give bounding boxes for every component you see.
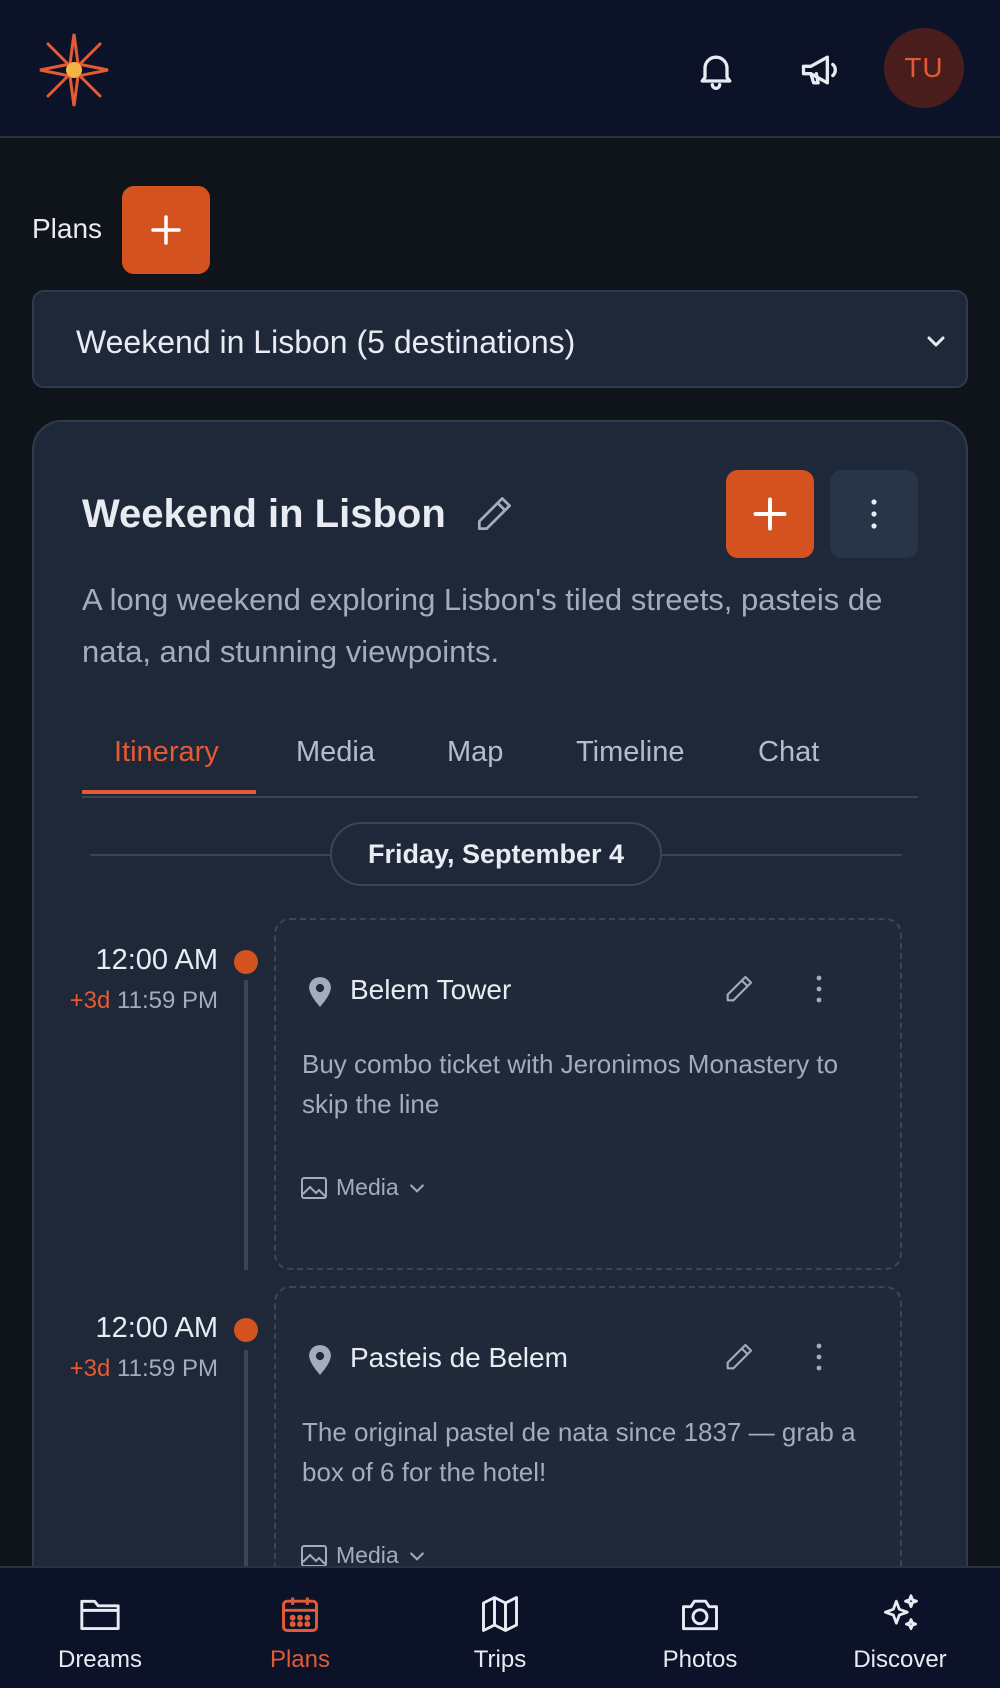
sparkles-icon [874,1588,926,1640]
add-plan-button[interactable] [122,186,210,274]
chevron-down-icon [924,330,948,359]
event-more-icon[interactable] [814,1340,824,1379]
add-destination-button[interactable] [726,470,814,558]
event-media-label: Media [336,1174,399,1200]
event-media-toggle[interactable]: Media [300,1174,427,1201]
nav-label: Photos [662,1646,738,1673]
plus-icon [753,497,787,531]
edit-event-pencil-icon[interactable] [722,972,756,1011]
nav-label: Dreams [57,1646,142,1673]
tab-chat[interactable]: Chat [758,736,819,769]
map-icon [474,1588,526,1640]
plan-more-button[interactable] [830,470,918,558]
calendar-icon [274,1588,326,1640]
edit-plan-pencil-icon[interactable] [472,492,516,541]
event-title: Belem Tower [350,974,512,1005]
event-title: Pasteis de Belem [350,1342,568,1373]
timeline-line [244,980,248,1270]
tab-itinerary[interactable]: Itinerary [114,736,219,769]
image-icon [301,1176,327,1199]
nav-photos[interactable]: Photos [600,1568,800,1688]
location-pin-icon [306,1344,334,1381]
nav-dreams[interactable]: Dreams [0,1568,200,1688]
event-end-offset: +3d [69,1355,111,1382]
nav-label: Plans [269,1646,331,1673]
plan-description: A long weekend exploring Lisbon's tiled … [82,582,883,669]
plan-select-value: Weekend in Lisbon (5 destinations) [76,324,576,360]
event-end-offset: +3d [69,987,111,1014]
avatar[interactable]: TU [884,28,964,108]
nav-discover[interactable]: Discover [800,1568,1000,1688]
plan-tabs: Itinerary Media Map Timeline Chat [82,720,918,798]
event-media-label: Media [336,1542,399,1568]
tab-media[interactable]: Media [296,736,375,769]
bell-icon[interactable] [676,30,756,110]
top-header: TU [0,0,1000,138]
chevron-down-icon [409,1183,424,1193]
timeline-line [244,1350,248,1566]
camera-icon [674,1588,726,1640]
tab-map[interactable]: Map [447,736,503,769]
event-end-time: +3d 11:59 PM [60,985,218,1017]
event-end-clock: 11:59 PM [117,1355,218,1382]
event-more-icon[interactable] [814,972,824,1011]
timeline-dot [234,1318,258,1342]
nav-trips[interactable]: Trips [400,1568,600,1688]
nav-plans[interactable]: Plans [200,1568,400,1688]
date-label: Friday, September 4 [330,822,662,886]
active-tab-indicator [82,790,256,794]
event-start-time: 12:00 AM [95,944,218,976]
event-media-toggle[interactable]: Media [300,1542,427,1569]
image-icon [301,1544,327,1567]
event-start-time: 12:00 AM [95,1312,218,1344]
plan-title: Weekend in Lisbon [82,492,446,536]
more-vertical-icon [871,499,877,529]
event-end-clock: 11:59 PM [117,987,218,1014]
nav-label: Discover [853,1646,947,1673]
plus-icon [151,215,181,245]
chevron-down-icon [409,1551,424,1561]
event-description: The original pastel de nata since 1837 —… [302,1417,856,1487]
event-card[interactable]: Belem Tower Buy combo ticket with Jeroni… [274,918,902,1270]
plans-heading: Plans [32,213,103,244]
tab-timeline[interactable]: Timeline [576,736,685,769]
plan-select[interactable]: Weekend in Lisbon (5 destinations) [32,290,968,388]
edit-event-pencil-icon[interactable] [722,1340,756,1379]
bottom-navigation: Dreams Plans Trips Photos Discover [0,1566,1000,1688]
event-description: Buy combo ticket with Jeronimos Monaster… [302,1049,839,1119]
folder-icon [74,1588,126,1640]
sparkle-star-logo[interactable] [34,30,114,110]
location-pin-icon [306,976,334,1013]
event-end-time: +3d 11:59 PM [60,1353,218,1385]
nav-label: Trips [473,1646,527,1673]
timeline-dot [234,950,258,974]
megaphone-icon[interactable] [780,30,860,110]
